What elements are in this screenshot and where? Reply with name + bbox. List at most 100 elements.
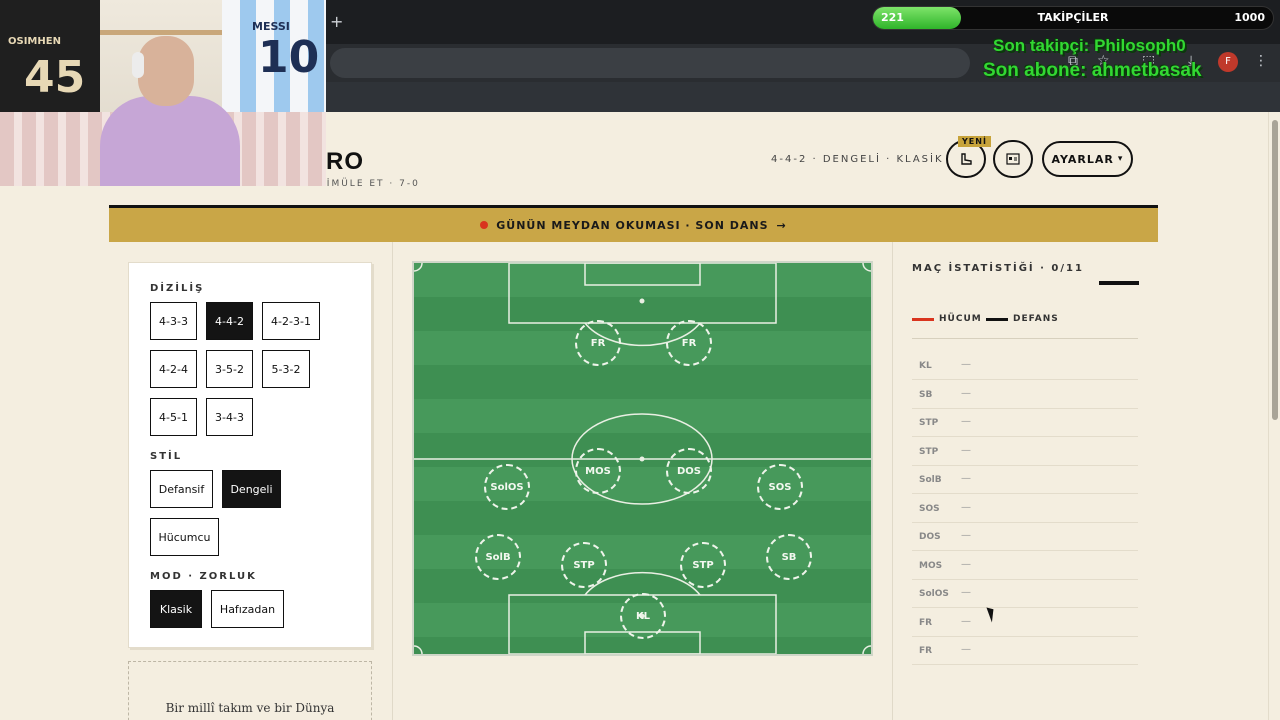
formation-option[interactable]: 4-5-1	[150, 398, 197, 436]
stat-value: —	[961, 473, 971, 484]
stat-position-code: SB	[919, 389, 933, 400]
formation-option[interactable]: 5-3-2	[262, 350, 310, 388]
info-card-text: Bir millî takım ve bir Dünya	[165, 701, 335, 715]
stat-row: KL —	[912, 352, 1138, 380]
scrollbar[interactable]	[1268, 112, 1280, 720]
position-slot-stp[interactable]: STP	[561, 542, 607, 588]
stat-row: FR —	[912, 609, 1138, 637]
arrow-right-icon: →	[776, 218, 787, 232]
column-divider	[392, 242, 393, 720]
mode-option[interactable]: Hafızadan	[211, 590, 284, 628]
stat-value: —	[961, 501, 971, 513]
settings-label: AYARLAR	[1051, 152, 1114, 166]
position-slot-kl[interactable]: KL	[620, 593, 666, 639]
stat-value: —	[961, 444, 971, 456]
legend-defense-label: DEFANS	[1013, 314, 1059, 324]
follower-goal-target: 1000	[1234, 11, 1265, 24]
scrollbar-thumb[interactable]	[1272, 120, 1278, 420]
stat-position-code: DOS	[919, 532, 941, 542]
stat-row: SolB —	[912, 466, 1138, 494]
stat-row: SolOS —	[912, 580, 1138, 608]
headphones-icon	[132, 52, 144, 78]
streamer-body	[100, 96, 240, 186]
jersey-frame: MESSI 10	[222, 0, 326, 122]
daily-challenge-banner[interactable]: GÜNÜN MEYDAN OKUMASI · SON DANS →	[109, 208, 1158, 242]
jersey-number: 45	[24, 52, 86, 103]
stat-row: DOS —	[912, 523, 1138, 551]
position-slot-sb[interactable]: SB	[766, 534, 812, 580]
legend-attack-label: HÜCUM	[939, 314, 982, 324]
jersey-number: 10	[258, 32, 320, 83]
settings-button[interactable]: AYARLAR ▾	[1042, 141, 1133, 177]
style-option[interactable]: Dengeli	[222, 470, 281, 508]
position-slot-fr[interactable]: FR	[575, 320, 621, 366]
stat-value: —	[961, 530, 971, 541]
legend-attack: HÜCUM	[912, 314, 982, 324]
style-option[interactable]: Defansif	[150, 470, 213, 508]
stat-position-code: KL	[919, 361, 932, 371]
stat-row: STP —	[912, 438, 1138, 466]
last-subscriber-text: Son abone: ahmetbasak	[983, 60, 1202, 81]
stat-value: —	[961, 359, 971, 370]
position-slot-mos[interactable]: MOS	[575, 448, 621, 494]
stat-value: —	[961, 387, 971, 399]
stat-value: —	[961, 416, 971, 427]
setup-summary: 4-4-2 · DENGELİ · KLASİK	[771, 154, 944, 165]
formation-option[interactable]: 4-2-4	[150, 350, 197, 388]
stat-position-code: STP	[919, 446, 939, 457]
legend-attack-swatch	[912, 317, 934, 321]
live-dot-icon	[480, 221, 489, 229]
formation-option[interactable]: 3-5-2	[206, 350, 253, 388]
stat-value: —	[961, 644, 971, 655]
position-slot-sos[interactable]: SOS	[757, 464, 803, 510]
jersey-name: OSIMHEN	[8, 36, 61, 47]
address-bar[interactable]	[330, 48, 970, 78]
style-option[interactable]: Hücumcu	[150, 518, 219, 556]
stat-position-code: SOS	[919, 503, 940, 514]
position-slot-fr[interactable]: FR	[666, 320, 712, 366]
webcam-shelf	[90, 30, 240, 35]
stat-row: MOS —	[912, 552, 1138, 580]
legend-defense-swatch	[986, 317, 1008, 321]
stat-row: FR —	[912, 637, 1138, 665]
streamer-head	[138, 36, 194, 106]
stats-divider	[912, 338, 1138, 339]
position-slot-solos[interactable]: SolOS	[484, 464, 530, 510]
style-label: STİL	[150, 451, 183, 462]
stat-value: —	[961, 587, 971, 598]
football-pitch[interactable]: FR FR SolOS MOS DOS SOS SolB STP STP SB …	[412, 261, 873, 656]
id-card-button[interactable]	[993, 140, 1033, 178]
boot-icon	[961, 153, 972, 165]
mode-label: MOD · ZORLUK	[150, 571, 257, 582]
last-follower-text: Son takipçi: Philosoph0	[993, 36, 1186, 55]
kebab-menu-icon[interactable]: ⋮	[1254, 53, 1268, 69]
new-badge: YENİ	[958, 136, 991, 147]
formation-option[interactable]: 3-4-3	[206, 398, 253, 436]
stat-position-code: FR	[919, 617, 933, 628]
follower-goal-bar: 221 TAKİPÇİLER 1000	[872, 6, 1274, 30]
position-slot-solb[interactable]: SolB	[475, 534, 521, 580]
profile-avatar[interactable]: F	[1218, 52, 1238, 72]
jersey-frame: OSIMHEN 45	[0, 0, 100, 122]
formation-option[interactable]: 4-2-3-1	[262, 302, 320, 340]
follower-goal-title: TAKİPÇİLER	[1037, 11, 1109, 24]
stat-position-code: FR	[919, 646, 933, 656]
stat-row: SB —	[912, 381, 1138, 409]
stat-value: —	[961, 615, 971, 627]
formation-option[interactable]: 4-3-3	[150, 302, 197, 340]
daily-challenge-text: GÜNÜN MEYDAN OKUMASI · SON DANS	[496, 218, 769, 232]
new-tab-button[interactable]: +	[330, 12, 343, 31]
stat-position-code: SolB	[919, 475, 942, 485]
stat-position-code: MOS	[919, 560, 943, 571]
formation-option[interactable]: 4-4-2	[206, 302, 253, 340]
column-divider	[892, 242, 893, 720]
id-card-icon	[1006, 153, 1020, 165]
stat-position-code: STP	[919, 418, 939, 428]
chevron-down-icon: ▾	[1117, 154, 1124, 164]
mode-option[interactable]: Klasik	[150, 590, 202, 628]
position-slot-dos[interactable]: DOS	[666, 448, 712, 494]
stat-row: SOS —	[912, 495, 1138, 523]
position-slot-stp[interactable]: STP	[680, 542, 726, 588]
stat-value: —	[961, 558, 971, 570]
match-stats-title: MAÇ İSTATİSTİĞİ · 0/11	[912, 263, 1084, 274]
